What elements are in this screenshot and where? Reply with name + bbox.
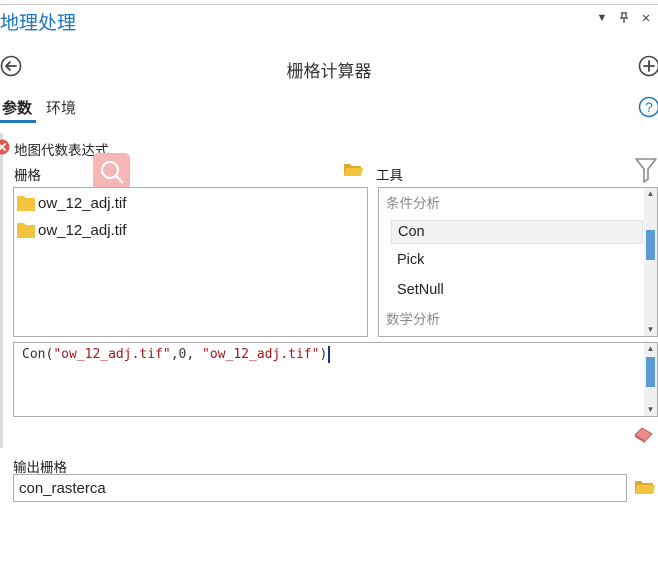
help-icon: ? xyxy=(638,96,658,118)
tool-category: 数学分析 xyxy=(386,312,440,328)
tool-item-con[interactable]: Con xyxy=(391,220,643,244)
pane-title-buttons: ▼ ✕ xyxy=(596,12,652,27)
svg-text:?: ? xyxy=(645,99,653,115)
scroll-up-icon[interactable]: ▲ xyxy=(644,188,657,200)
expression-editor[interactable]: Con("ow_12_adj.tif",0, "ow_12_adj.tif") … xyxy=(13,342,658,417)
rasters-label: 栅格 xyxy=(14,168,41,184)
tools-label: 工具 xyxy=(376,168,403,184)
scroll-up-icon[interactable]: ▲ xyxy=(644,343,657,355)
search-icon xyxy=(100,160,124,184)
raster-name: ow_12_adj.tif xyxy=(38,194,127,212)
tool-item-pick[interactable]: Pick xyxy=(379,248,424,272)
scroll-thumb[interactable] xyxy=(646,230,655,260)
pin-icon[interactable] xyxy=(618,12,630,27)
browse-raster-button[interactable] xyxy=(343,161,364,178)
tool-category: 条件分析 xyxy=(386,196,440,212)
error-icon xyxy=(0,139,10,155)
scroll-down-icon[interactable]: ▼ xyxy=(644,404,657,416)
tab-environments[interactable]: 环境 xyxy=(46,97,76,118)
expression-arg-2: ,0, xyxy=(170,347,203,362)
scroll-down-icon[interactable]: ▼ xyxy=(644,324,657,336)
top-rule xyxy=(0,4,658,5)
raster-list-item[interactable]: ow_12_adj.tif xyxy=(16,191,126,215)
filter-button[interactable] xyxy=(635,157,657,183)
tab-parameters[interactable]: 参数 xyxy=(2,97,32,118)
tool-title: 栅格计算器 xyxy=(286,62,372,82)
expression-close: ) xyxy=(319,347,328,362)
folder-icon xyxy=(344,164,363,176)
close-icon[interactable]: ✕ xyxy=(640,12,652,27)
search-button[interactable] xyxy=(93,153,130,190)
raster-name: ow_12_adj.tif xyxy=(38,221,127,239)
expression-scrollbar[interactable]: ▲ ▼ xyxy=(644,343,657,416)
add-icon xyxy=(638,55,658,77)
expression-function: Con( xyxy=(22,347,54,362)
help-button[interactable]: ? xyxy=(638,96,658,118)
parameter-accent-bar xyxy=(0,133,3,448)
raster-file-icon xyxy=(17,223,35,238)
tool-list[interactable]: 条件分析 Con Pick SetNull 数学分析 ▲ ▼ xyxy=(378,187,658,337)
text-caret xyxy=(328,346,331,363)
raster-list-item[interactable]: ow_12_adj.tif xyxy=(16,218,126,242)
expression-arg-3: "ow_12_adj.tif" xyxy=(202,347,320,362)
eraser-icon xyxy=(634,427,653,443)
dropdown-icon[interactable]: ▼ xyxy=(596,12,608,27)
browse-output-button[interactable] xyxy=(634,478,656,496)
expression-text: Con("ow_12_adj.tif",0, "ow_12_adj.tif") xyxy=(22,346,331,363)
output-raster-label: 输出栅格 xyxy=(13,460,67,476)
scroll-thumb[interactable] xyxy=(646,357,655,387)
pane-title: 地理处理 xyxy=(0,12,77,34)
output-raster-field[interactable] xyxy=(13,474,627,502)
clear-expression-button[interactable] xyxy=(633,424,655,444)
tool-item-setnull[interactable]: SetNull xyxy=(379,278,444,302)
expression-arg-1: "ow_12_adj.tif" xyxy=(53,347,171,362)
add-button[interactable] xyxy=(638,55,658,77)
raster-list[interactable]: ow_12_adj.tif ow_12_adj.tif xyxy=(13,187,368,337)
tool-list-scrollbar[interactable]: ▲ ▼ xyxy=(644,188,657,336)
active-tab-indicator xyxy=(0,120,36,123)
raster-file-icon xyxy=(17,196,35,211)
filter-icon xyxy=(635,158,657,183)
folder-icon xyxy=(635,481,655,494)
